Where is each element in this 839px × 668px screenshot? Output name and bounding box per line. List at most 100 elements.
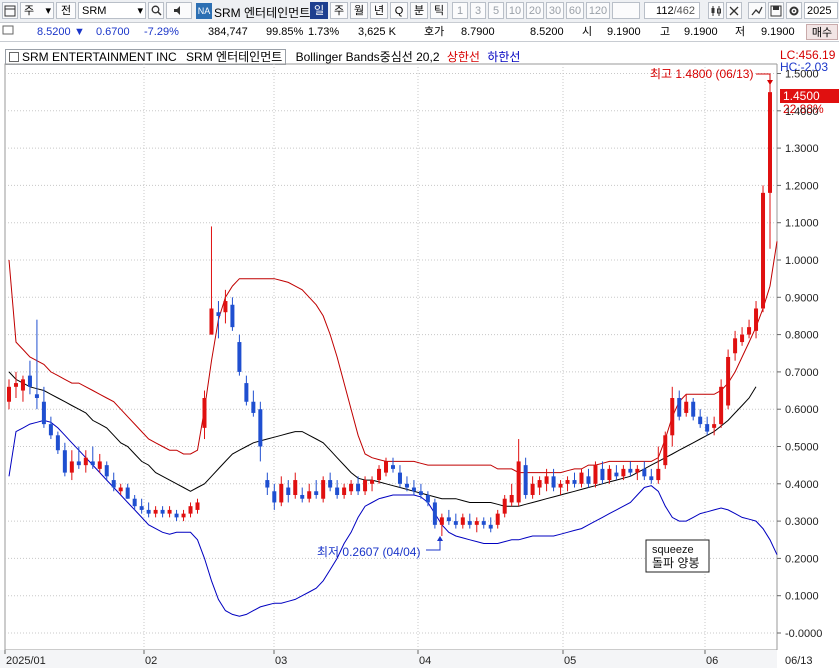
price-chart[interactable]: 최고 1.4800 (06/13)최저 0.2607 (04/04)LC:456… — [0, 44, 839, 668]
date-field[interactable]: 2025 — [804, 2, 838, 19]
candle — [495, 509, 500, 529]
save-icon[interactable] — [768, 2, 784, 19]
x-tick-label: 2025/01 — [6, 655, 46, 667]
candle — [663, 431, 668, 469]
tab-period-quarter[interactable]: Q — [390, 2, 408, 19]
candle — [446, 509, 451, 525]
tab-period-tick[interactable]: 틱 — [430, 2, 448, 19]
type-select[interactable]: 전 — [56, 2, 76, 19]
y-tick-label: 1.4000 — [785, 106, 819, 118]
candle — [635, 465, 640, 481]
candle — [363, 476, 368, 495]
y-tick-label: 0.2000 — [785, 553, 819, 565]
tab-period-week[interactable]: 주 — [330, 2, 348, 19]
candle-body — [495, 513, 500, 525]
count-field[interactable]: 112/462 — [644, 2, 700, 19]
tab-period-day[interactable]: 일 — [310, 2, 328, 19]
draw-line-icon[interactable] — [748, 2, 766, 19]
candle — [579, 468, 584, 488]
candle — [76, 446, 81, 469]
chart-grid — [0, 44, 839, 668]
candle-body — [572, 480, 577, 484]
open-label: 시 — [582, 26, 593, 38]
candle — [20, 375, 25, 402]
search-icon[interactable] — [148, 2, 164, 19]
interval-3[interactable]: 3 — [470, 2, 486, 19]
candle — [272, 483, 277, 510]
candle — [467, 513, 472, 529]
symbol-value: SRM — [82, 5, 107, 17]
candle — [481, 517, 486, 529]
candle-body — [83, 457, 88, 466]
interval-20[interactable]: 20 — [526, 2, 544, 19]
candle-body — [565, 480, 570, 484]
y-tick-label: -0.0000 — [785, 628, 822, 640]
x-tick-label: 03 — [275, 655, 287, 667]
candle-body — [90, 461, 95, 466]
candle-body — [579, 472, 584, 484]
candle — [349, 480, 354, 495]
tab-period-minute[interactable]: 분 — [410, 2, 428, 19]
candle — [726, 349, 731, 410]
candle-body — [551, 476, 556, 488]
candle-body — [258, 409, 263, 447]
candle — [314, 480, 319, 499]
low-annotation: 최저 0.2607 (04/04) — [317, 545, 420, 559]
candle-body — [502, 498, 507, 514]
candle-body — [768, 92, 772, 193]
tab-period-year[interactable]: 년 — [370, 2, 388, 19]
candle-body — [754, 308, 759, 331]
candle-body — [146, 509, 151, 514]
interval-10[interactable]: 10 — [506, 2, 524, 19]
zoom-icon[interactable] — [726, 2, 742, 19]
na-badge[interactable]: NA — [196, 3, 212, 19]
ask-price: 8.7900 — [461, 26, 495, 38]
candle-body — [321, 480, 326, 499]
tab-period-month[interactable]: 월 — [350, 2, 368, 19]
candle-body — [586, 476, 591, 484]
interval-60[interactable]: 60 — [566, 2, 584, 19]
buy-button[interactable]: 매수 — [806, 24, 838, 40]
candle-body — [705, 424, 710, 432]
note-line-2: 돌파 양봉 — [652, 556, 700, 570]
candle — [62, 442, 67, 477]
market-select[interactable]: 주 ▾ — [20, 2, 54, 19]
candle — [160, 506, 165, 518]
candle-body — [300, 494, 305, 499]
candle-body — [349, 483, 354, 492]
y-tick-label: 0.7000 — [785, 367, 819, 379]
menu-icon[interactable] — [2, 2, 18, 19]
candle — [656, 446, 661, 484]
candle-body — [97, 461, 102, 469]
candle — [307, 483, 312, 503]
candle — [474, 517, 479, 533]
candle-body — [230, 304, 235, 328]
candle — [565, 476, 570, 492]
interval-120[interactable]: 120 — [586, 2, 610, 19]
candle-body — [684, 401, 689, 413]
x-tick-label: 02 — [145, 655, 157, 667]
candle — [761, 185, 766, 313]
candle — [174, 509, 179, 522]
candlesticks — [7, 80, 772, 537]
candle — [509, 483, 514, 507]
symbol-input[interactable]: SRM ▾ — [78, 2, 146, 19]
candle — [698, 409, 703, 428]
note-line-1: squeeze — [652, 544, 694, 556]
interval-1[interactable]: 1 — [452, 2, 468, 19]
candle-body — [181, 513, 186, 518]
last-price-label: 1.4500 — [783, 89, 820, 103]
speaker-icon[interactable] — [166, 2, 192, 19]
candle-body — [363, 480, 368, 492]
interval-5[interactable]: 5 — [488, 2, 504, 19]
interval-30[interactable]: 30 — [546, 2, 564, 19]
candle-body — [69, 461, 74, 473]
candle — [13, 371, 18, 399]
candle — [188, 502, 193, 518]
interval-blank[interactable] — [612, 2, 640, 19]
candle — [516, 439, 521, 507]
candle-body — [335, 487, 340, 495]
gear-icon[interactable] — [786, 2, 802, 19]
candle-type-icon[interactable] — [708, 2, 724, 19]
candle-body — [656, 468, 661, 481]
